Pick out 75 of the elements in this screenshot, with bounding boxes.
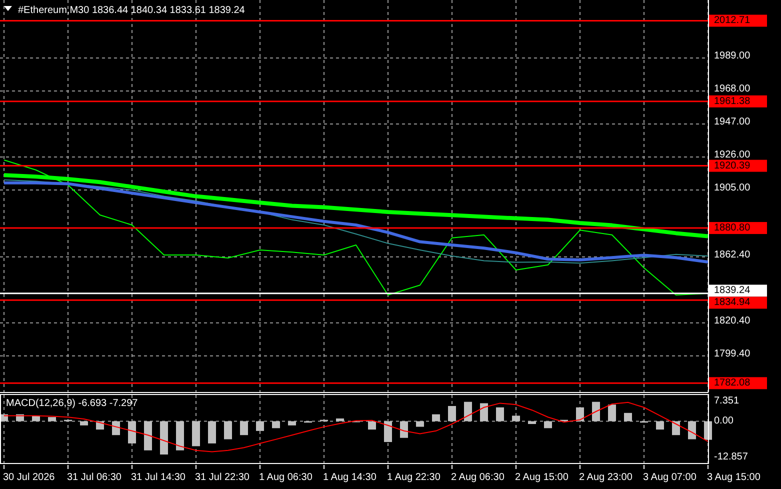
macd-histogram-bar (384, 421, 392, 442)
level-label: 1834.94 (709, 296, 767, 309)
macd-histogram-bar (656, 421, 664, 430)
ref-line-label: 1880.80 (714, 222, 751, 234)
time-axis-label: 3 Aug 07:00 (643, 472, 696, 483)
time-axis-label: 2 Aug 23:00 (579, 472, 632, 483)
price-axis-label: 1989.00 (714, 50, 750, 62)
chart-title: #Ethereum,M30 1836.44 1840.34 1833.61 1839.24 (18, 5, 245, 16)
price-axis-label: 1947.00 (714, 116, 750, 128)
macd-histogram-bar (528, 421, 536, 424)
macd-histogram-bar (192, 421, 200, 446)
macd-histogram-bar (608, 404, 616, 422)
macd-histogram-bar (480, 403, 488, 422)
level-label: 2012.71 (709, 14, 767, 27)
level-label: 1961.38 (709, 95, 767, 108)
ref-line-label: 1920.39 (714, 160, 751, 172)
macd-histogram-bar (48, 417, 56, 422)
macd-histogram-bar (672, 421, 680, 436)
ref-line-label: 1834.94 (714, 297, 751, 308)
macd-histogram-bar (112, 421, 120, 436)
macd-axis-label: -12.857 (714, 451, 748, 462)
macd-histogram-bar (80, 421, 88, 426)
macd-histogram-bar (32, 416, 40, 422)
ref-line-label: 1961.38 (714, 96, 751, 107)
macd-axis-label: 0.00 (714, 416, 734, 427)
macd-histogram-bar (256, 421, 264, 431)
macd-histogram-bar (272, 421, 280, 428)
price-axis-label: 1905.00 (714, 182, 750, 194)
macd-histogram-bar (288, 421, 296, 426)
price-axis-label: 1862.40 (714, 249, 750, 260)
macd-histogram-bar (224, 421, 232, 440)
time-axis-label: 1 Aug 14:30 (323, 472, 376, 483)
macd-label: MACD(12,26,9) -6.693 -7.297 (6, 398, 138, 409)
time-axis-label: 1 Aug 06:30 (259, 472, 312, 483)
time-axis-label: 31 Jul 14:30 (131, 472, 186, 483)
price-axis-label: 1820.40 (714, 315, 750, 326)
price-axis-label: 1968.00 (714, 83, 750, 94)
macd-histogram-bar (448, 406, 456, 422)
macd-histogram-bar (176, 421, 184, 450)
macd-axis-label: 7.351 (714, 395, 740, 406)
macd-histogram-bar (512, 416, 520, 422)
macd-histogram-bar (624, 412, 632, 422)
time-axis-label: 2 Aug 15:00 (515, 472, 568, 483)
macd-histogram-bar (544, 421, 552, 428)
time-axis-label: 30 Jul 2026 (3, 472, 55, 483)
time-axis-label: 31 Jul 06:30 (67, 472, 122, 483)
macd-histogram-bar (496, 407, 504, 422)
time-axis-label: 31 Jul 22:30 (195, 472, 250, 483)
time-axis-label: 3 Aug 15:00 (707, 472, 760, 483)
macd-histogram-bar (688, 421, 696, 440)
macd-histogram-bar (144, 421, 152, 450)
macd-histogram-bar (240, 421, 248, 436)
macd-histogram-bar (208, 421, 216, 444)
level-label: 1782.08 (709, 377, 767, 390)
ref-line-label: 1839.24 (714, 285, 751, 296)
macd-histogram-bar (592, 402, 600, 422)
macd-histogram-bar (336, 418, 344, 422)
dropdown-icon[interactable] (4, 6, 12, 11)
price-axis-label: 1926.00 (714, 150, 750, 160)
macd-histogram-bar (160, 421, 168, 455)
level-label: 1920.39 (709, 160, 767, 172)
time-axis-label: 2 Aug 06:30 (451, 472, 504, 483)
price-axis-label: 1799.40 (714, 348, 750, 360)
ref-line-label: 1782.08 (714, 378, 751, 389)
macd-histogram-bar (416, 421, 424, 427)
macd-histogram-bar (128, 421, 136, 444)
time-axis-label: 1 Aug 22:30 (387, 472, 440, 483)
macd-histogram-bar (576, 407, 584, 422)
macd-histogram-bar (368, 421, 376, 430)
macd-histogram-bar (464, 402, 472, 422)
level-label: 1880.80 (709, 222, 767, 234)
macd-histogram-bar (432, 414, 440, 422)
macd-histogram-bar (400, 421, 408, 438)
ref-line-label: 2012.71 (714, 15, 751, 26)
level-label: 1839.24 (709, 284, 767, 297)
